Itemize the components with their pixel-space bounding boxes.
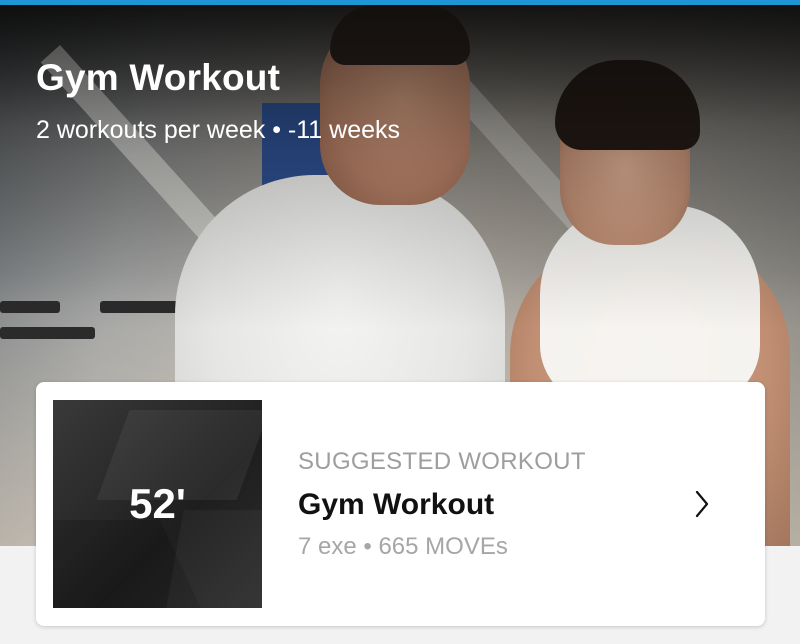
chevron-right-icon[interactable] bbox=[688, 486, 716, 522]
workout-duration: 52' bbox=[129, 480, 186, 527]
suggested-workout-card[interactable]: 52' SUGGESTED WORKOUT Gym Workout 7 exe … bbox=[36, 382, 765, 626]
workout-thumbnail: 52' bbox=[53, 400, 262, 608]
plan-title: Gym Workout bbox=[36, 57, 281, 98]
workout-title: Gym Workout bbox=[298, 488, 495, 521]
plan-subtitle: 2 workouts per week • -11 weeks bbox=[36, 116, 401, 144]
suggested-workout-label: SUGGESTED WORKOUT bbox=[298, 448, 586, 475]
workout-plan-screen: Gym Workout 2 workouts per week • -11 we… bbox=[0, 0, 800, 644]
workout-meta: 7 exe • 665 MOVEs bbox=[298, 533, 508, 560]
